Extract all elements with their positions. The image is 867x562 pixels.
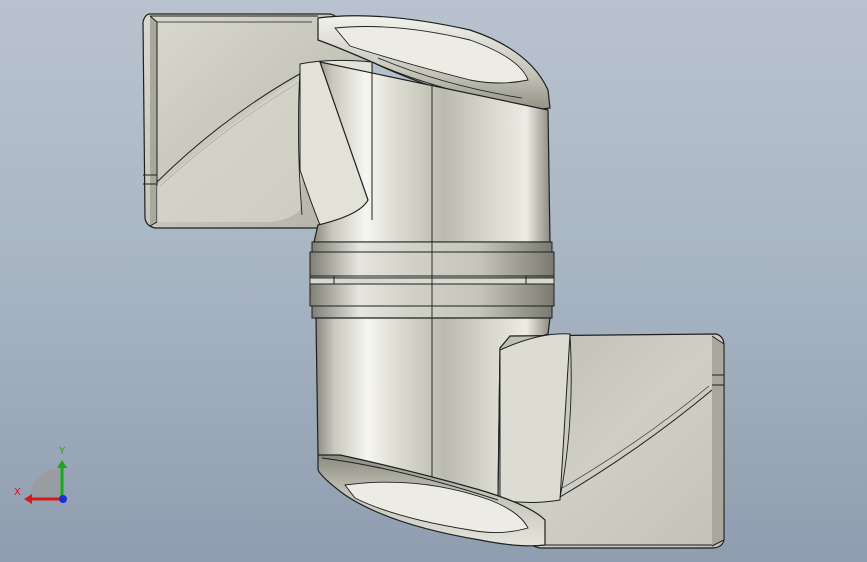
coordinate-triad: X Y: [14, 446, 67, 504]
model-canvas[interactable]: X Y: [0, 0, 867, 562]
graphics-viewport[interactable]: X Y: [0, 0, 867, 562]
y-axis-arrowhead: [57, 460, 67, 468]
triad-plane-indicator: [30, 469, 60, 499]
center-rings[interactable]: [309, 241, 555, 319]
x-axis-arrowhead: [24, 494, 32, 504]
x-axis-label: X: [14, 487, 21, 498]
z-axis-dot: [59, 495, 67, 503]
y-axis-label: Y: [58, 446, 66, 457]
